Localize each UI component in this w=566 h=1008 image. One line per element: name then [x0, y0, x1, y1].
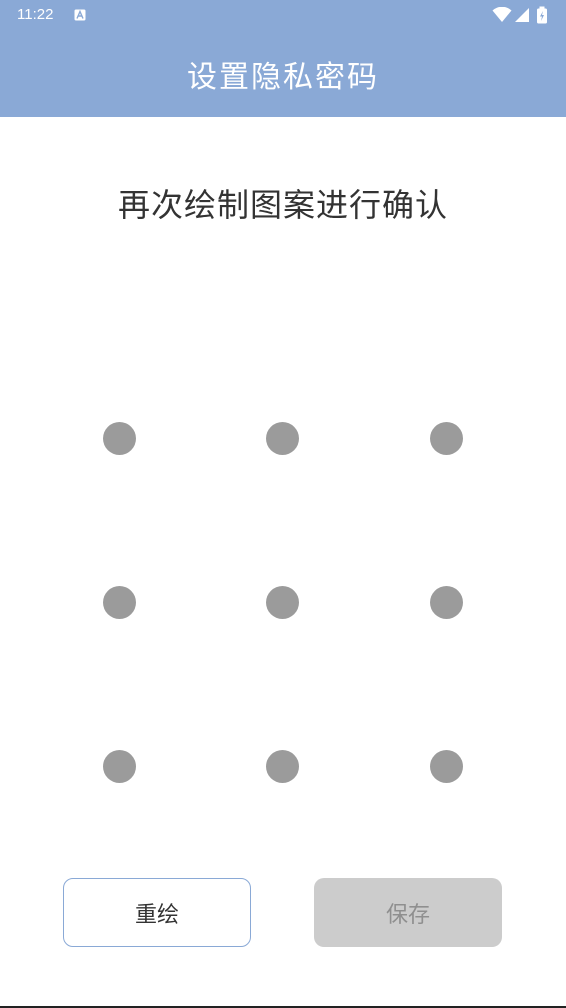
status-icons [492, 6, 552, 24]
pattern-dot[interactable] [430, 586, 463, 619]
battery-charging-icon [537, 6, 547, 24]
redraw-button-label: 重绘 [134, 902, 179, 928]
app-header: 11:22 设置隐私密码 [0, 0, 566, 117]
pattern-dot[interactable] [266, 586, 299, 619]
pattern-dot[interactable] [430, 422, 463, 455]
redraw-button[interactable]: 重绘 [63, 878, 251, 947]
status-bar: 11:22 [0, 0, 566, 30]
cellular-signal-icon [515, 8, 529, 22]
pattern-dot[interactable] [266, 422, 299, 455]
save-button[interactable]: 保存 [314, 878, 502, 947]
pattern-dot[interactable] [430, 750, 463, 783]
pattern-lock-grid[interactable] [0, 400, 566, 820]
save-button-label: 保存 [385, 902, 430, 928]
pattern-dot[interactable] [266, 750, 299, 783]
pattern-dot[interactable] [103, 750, 136, 783]
pattern-dot[interactable] [103, 422, 136, 455]
a-badge-icon [74, 9, 86, 21]
status-time: 11:22 [17, 6, 54, 23]
page-title: 设置隐私密码 [187, 60, 379, 95]
pattern-dot[interactable] [103, 586, 136, 619]
wifi-icon [492, 7, 512, 22]
instruction-text: 再次绘制图案进行确认 [117, 186, 448, 224]
